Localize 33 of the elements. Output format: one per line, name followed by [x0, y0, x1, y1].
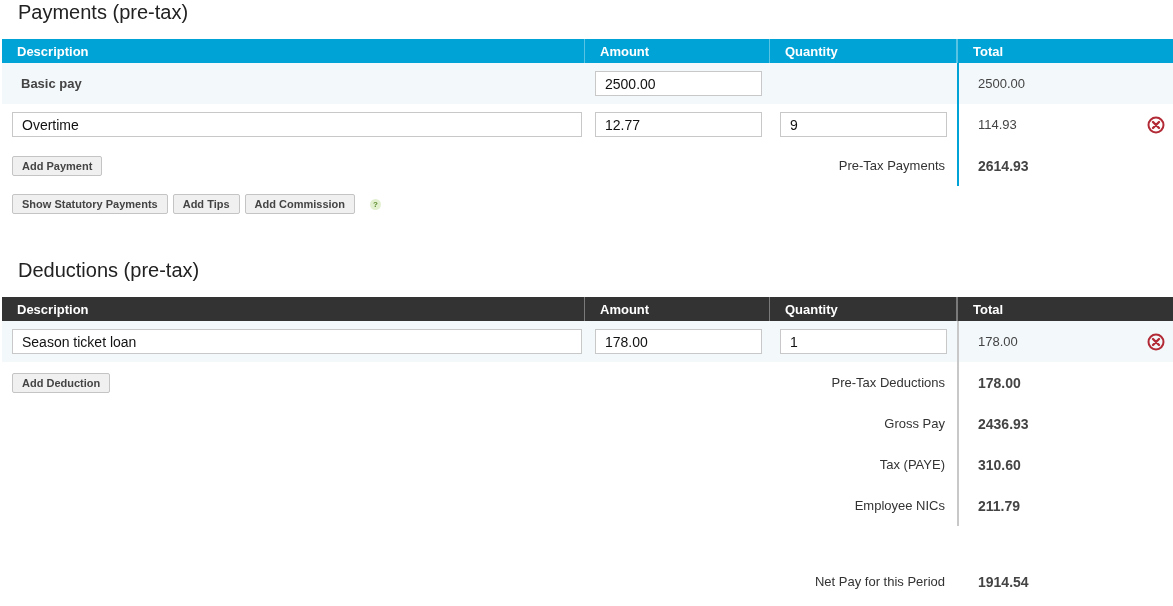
section-title: Deductions (pre-tax): [18, 258, 201, 283]
remove-icon[interactable]: [1147, 332, 1165, 351]
summary-label: Pre-Tax Payments: [838, 158, 945, 173]
action-button[interactable]: Add Commission: [244, 194, 355, 214]
summary-label: Employee NICs: [854, 498, 945, 513]
amount-field[interactable]: 12.77: [595, 112, 762, 137]
summary-value: 178.00: [978, 374, 1021, 391]
summary-value: 2614.93: [978, 157, 1029, 174]
help-icon[interactable]: ?: [370, 198, 381, 210]
action-button[interactable]: Show Statutory Payments: [12, 194, 168, 214]
quantity-field[interactable]: 1: [780, 329, 947, 354]
add-button[interactable]: Add Deduction: [12, 372, 111, 393]
row-total: 2500.00: [978, 76, 1025, 91]
summary-value: 2436.93: [978, 415, 1029, 432]
summary-value: 310.60: [978, 456, 1021, 473]
remove-icon[interactable]: [1147, 115, 1165, 134]
action-button[interactable]: Add Tips: [172, 194, 240, 214]
description-field[interactable]: Season ticket loan: [12, 329, 582, 354]
row-total: 178.00: [978, 334, 1018, 349]
add-button[interactable]: Add Payment: [12, 155, 103, 176]
summary-value: 211.79: [978, 497, 1021, 514]
section-title: Payments (pre-tax): [18, 0, 190, 25]
row-label: Basic pay: [20, 76, 82, 91]
row-total: 114.93: [978, 117, 1017, 132]
amount-field[interactable]: 178.00: [595, 329, 762, 354]
net-pay-label: Net Pay for this Period: [814, 574, 945, 589]
quantity-field[interactable]: 9: [780, 112, 947, 137]
amount-field[interactable]: 2500.00: [595, 71, 762, 96]
summary-label: Pre-Tax Deductions: [831, 375, 945, 390]
summary-label: Tax (PAYE): [879, 457, 945, 472]
description-field[interactable]: Overtime: [12, 112, 582, 137]
summary-label: Gross Pay: [884, 416, 945, 431]
net-pay-value: 1914.54: [978, 573, 1029, 590]
